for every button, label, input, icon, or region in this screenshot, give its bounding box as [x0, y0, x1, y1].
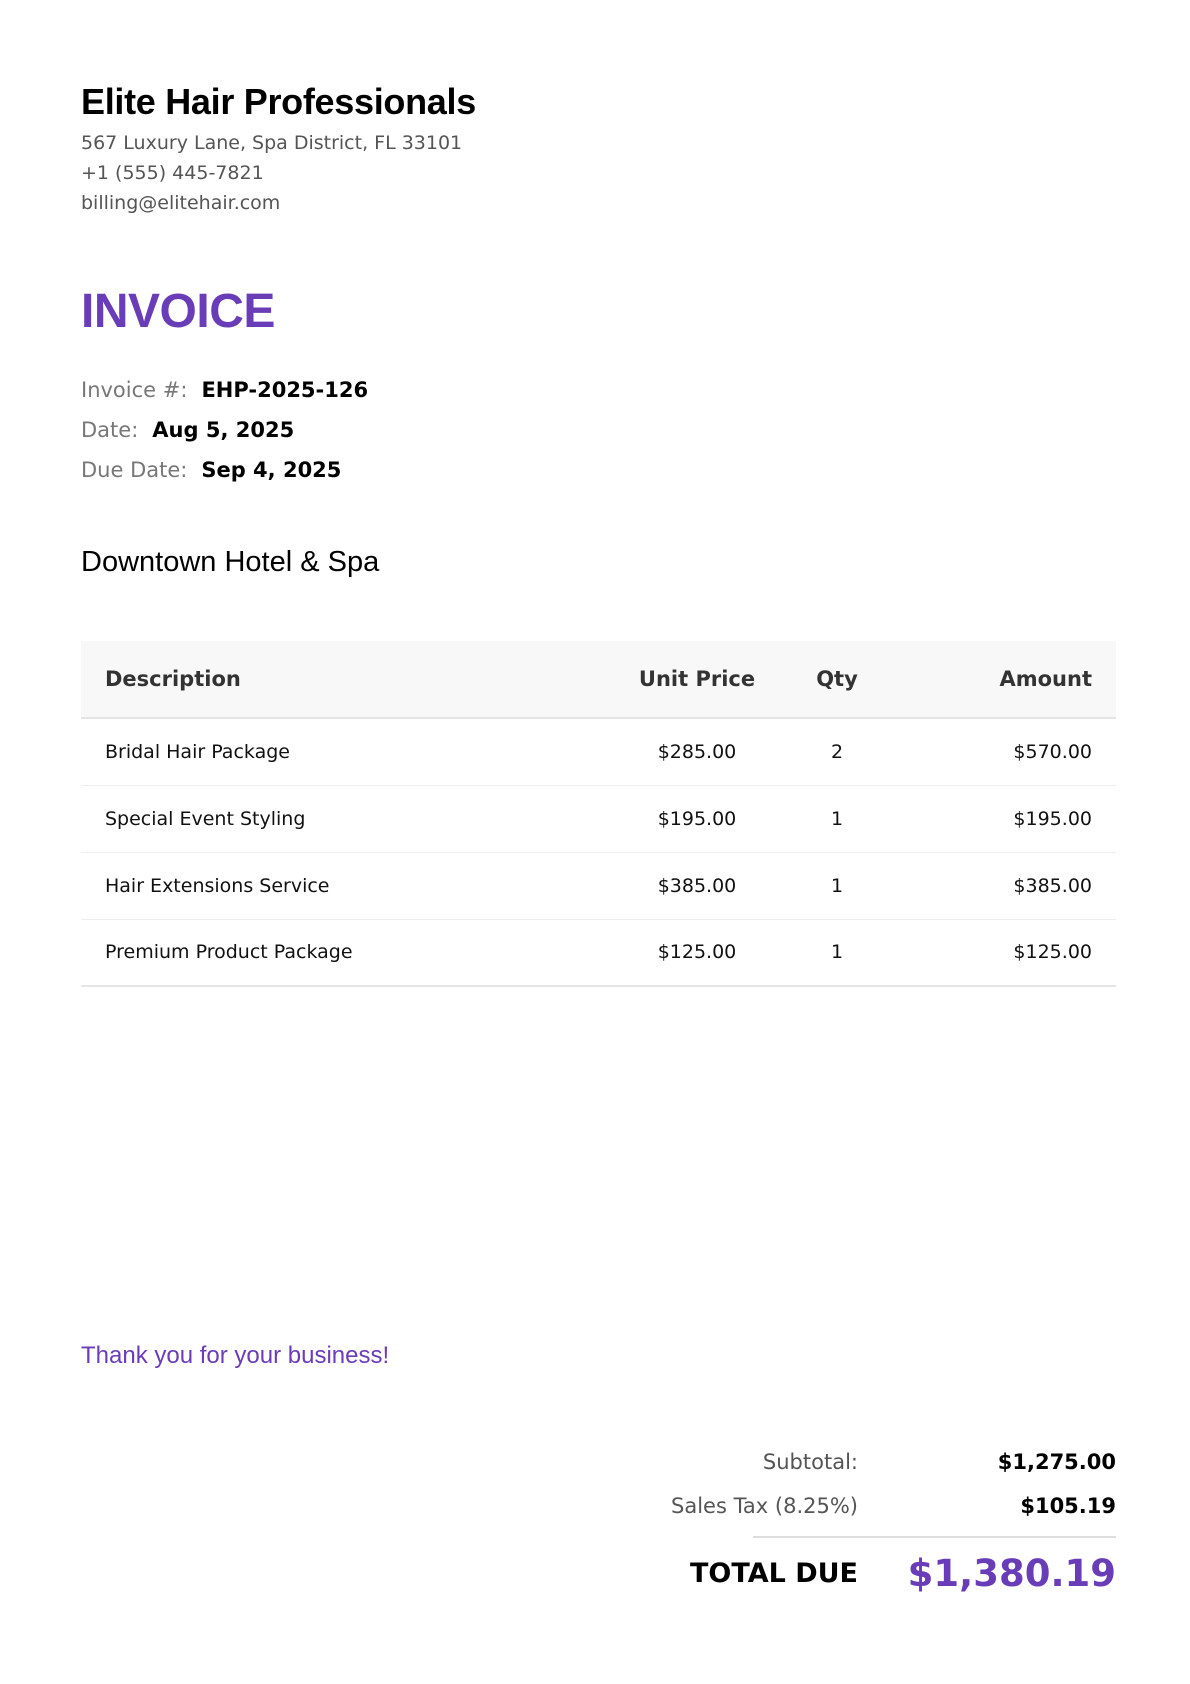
invoice-due-label: Due Date: — [81, 458, 188, 482]
header-unit-price: Unit Price — [638, 667, 756, 691]
header-description: Description — [105, 667, 241, 691]
invoice-number-label: Invoice #: — [81, 378, 188, 402]
subtotal-value: $1,275.00 — [997, 1450, 1116, 1474]
company-phone: +1 (555) 445-7821 — [81, 162, 264, 184]
invoice-number-row: Invoice #: EHP-2025-126 — [81, 370, 368, 410]
item-unit-price: $195.00 — [657, 807, 737, 830]
table-header-row: Description Unit Price Qty Amount — [81, 641, 1116, 718]
company-email: billing@elitehair.com — [81, 192, 281, 214]
item-qty: 2 — [830, 740, 844, 763]
company-address: 567 Luxury Lane, Spa District, FL 33101 — [81, 132, 463, 154]
item-description: Special Event Styling — [105, 807, 306, 830]
item-unit-price: $285.00 — [657, 740, 737, 763]
table-row: Premium Product Package $125.00 1 $125.0… — [81, 919, 1116, 986]
invoice-page: Elite Hair Professionals 567 Luxury Lane… — [0, 0, 1190, 1684]
header-amount: Amount — [999, 667, 1092, 691]
invoice-date: Aug 5, 2025 — [152, 418, 295, 442]
client-name: Downtown Hotel & Spa — [81, 546, 380, 578]
item-amount: $125.00 — [1013, 941, 1092, 964]
item-unit-price: $125.00 — [657, 941, 737, 964]
item-qty: 1 — [830, 807, 844, 830]
invoice-due-row: Due Date: Sep 4, 2025 — [81, 450, 368, 490]
invoice-title: INVOICE — [81, 285, 275, 338]
item-amount: $385.00 — [1013, 874, 1092, 897]
totals-section: Subtotal: $1,275.00 Sales Tax (8.25%) $1… — [600, 1440, 1116, 1610]
tax-label: Sales Tax (8.25%) — [671, 1494, 858, 1518]
invoice-meta: Invoice #: EHP-2025-126 Date: Aug 5, 2025 … — [81, 370, 368, 490]
subtotal-label: Subtotal: — [762, 1450, 858, 1474]
item-amount: $570.00 — [1013, 740, 1092, 763]
thank-you-note: Thank you for your business! — [81, 1342, 390, 1369]
line-items-table: Description Unit Price Qty Amount Bridal… — [81, 641, 1116, 987]
table-row: Hair Extensions Service $385.00 1 $385.0… — [81, 852, 1116, 919]
invoice-number: EHP-2025-126 — [201, 378, 369, 402]
table-row: Special Event Styling $195.00 1 $195.00 — [81, 785, 1116, 852]
item-description: Hair Extensions Service — [105, 874, 330, 897]
item-amount: $195.00 — [1013, 807, 1092, 830]
table-row: Bridal Hair Package $285.00 2 $570.00 — [81, 718, 1116, 785]
invoice-date-label: Date: — [81, 418, 139, 442]
item-qty: 1 — [830, 874, 844, 897]
tax-value: $105.19 — [1020, 1494, 1116, 1518]
header-qty: Qty — [816, 667, 858, 691]
total-due-value: $1,380.19 — [907, 1552, 1116, 1595]
company-name: Elite Hair Professionals — [81, 81, 476, 122]
company-info: Elite Hair Professionals 567 Luxury Lane… — [81, 80, 476, 218]
item-description: Bridal Hair Package — [105, 740, 290, 763]
subtotal-row: Subtotal: $1,275.00 — [600, 1440, 1116, 1484]
invoice-date-row: Date: Aug 5, 2025 — [81, 410, 368, 450]
item-qty: 1 — [830, 941, 844, 964]
total-due-row: TOTAL DUE $1,380.19 — [600, 1538, 1116, 1610]
invoice-due-date: Sep 4, 2025 — [201, 458, 342, 482]
tax-row: Sales Tax (8.25%) $105.19 — [600, 1484, 1116, 1528]
item-unit-price: $385.00 — [657, 874, 737, 897]
total-due-label: TOTAL DUE — [690, 1558, 858, 1589]
item-description: Premium Product Package — [105, 941, 353, 964]
